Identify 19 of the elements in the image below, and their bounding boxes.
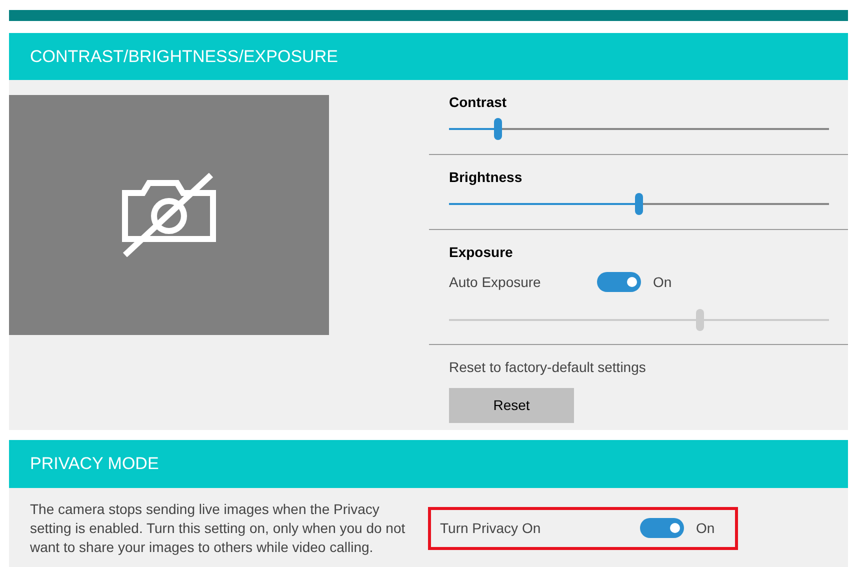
setting-label: Exposure	[449, 243, 513, 262]
toggle-state: On	[696, 518, 715, 538]
setting-label: Auto Exposure	[449, 272, 542, 292]
description-text: The camera stops sending live images when the Privacy setting is enabled. Turn this setting on, only when you do not want to share your images to others while video calling.	[30, 500, 406, 556]
reset-button[interactable]: Reset	[449, 388, 574, 423]
setting-label: Turn Privacy On	[440, 518, 542, 538]
toggle-state: On	[653, 272, 672, 292]
toggle-switch[interactable]	[640, 518, 684, 538]
setting-label: Brightness	[449, 168, 522, 187]
section-title: CONTRAST/BRIGHTNESS/EXPOSURE	[30, 46, 338, 68]
slider[interactable]	[449, 118, 829, 140]
camera-off-icon	[121, 173, 217, 257]
slider[interactable]	[449, 309, 829, 331]
section-title: PRIVACY MODE	[30, 453, 159, 476]
slider-thumb[interactable]	[635, 193, 643, 215]
reset-caption: Reset to factory-default settings	[449, 358, 646, 377]
slider-thumb[interactable]	[494, 118, 502, 140]
setting-label: Contrast	[449, 93, 507, 112]
slider[interactable]	[449, 193, 829, 215]
